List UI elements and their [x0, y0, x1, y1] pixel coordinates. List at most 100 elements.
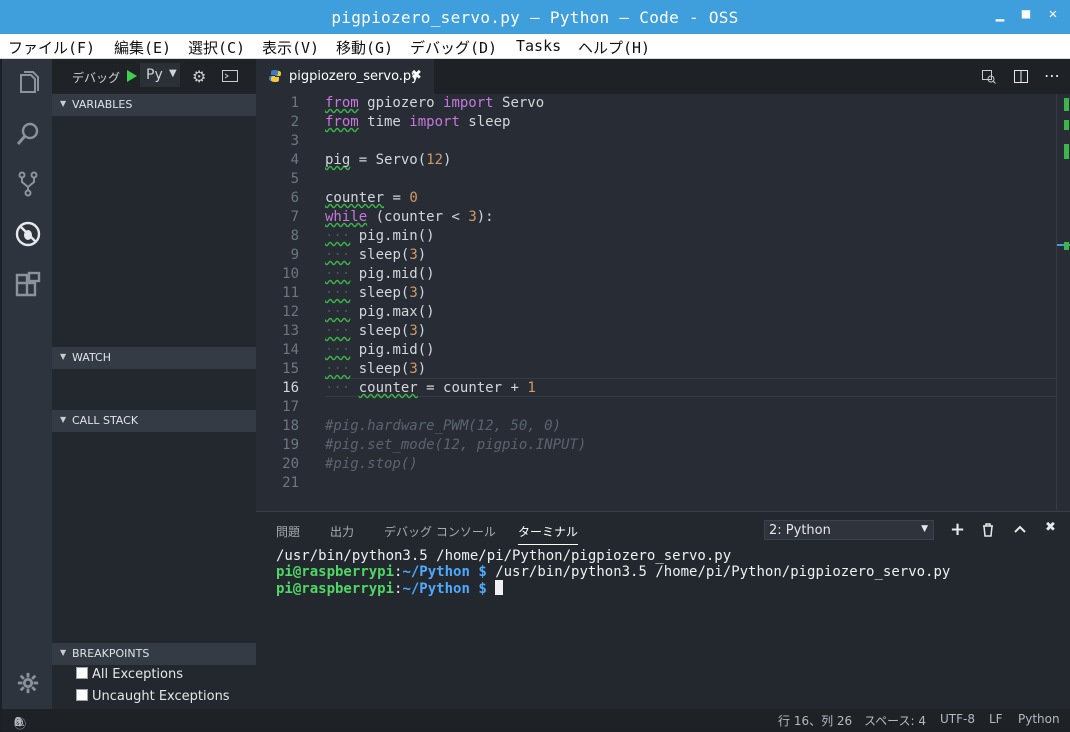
- code-line: pig = Servo(12): [325, 152, 452, 168]
- tab-debug-console[interactable]: デバッグ コンソール: [384, 523, 496, 540]
- menu-bar: ファイル(F) 編集(E) 選択(C) 表示(V) 移動(G) デバッグ(D) …: [0, 34, 1070, 59]
- line-number: 8: [290, 228, 299, 244]
- menu-view[interactable]: 表示(V): [262, 37, 319, 58]
- ruler-marker: [1064, 98, 1069, 111]
- expanded-triangle-icon: ▼: [60, 352, 67, 361]
- code-line: ··· sleep(3): [325, 323, 427, 339]
- debug-sidebar: デバッグ Py ▼ ⚙ ▼ VARIABLES ▼ WATCH ▼ CALL STAC…: [52, 59, 256, 709]
- code-line: counter = 0: [325, 190, 418, 206]
- terminal-select[interactable]: 2: Python ▼: [764, 520, 934, 540]
- extensions-icon[interactable]: [15, 271, 41, 297]
- open-changes-icon[interactable]: [982, 70, 996, 84]
- expanded-triangle-icon: ▼: [60, 415, 67, 424]
- line-number: 3: [290, 133, 299, 149]
- line-number: 20: [282, 456, 299, 472]
- overview-ruler[interactable]: [1056, 94, 1070, 511]
- breakpoint-checkbox[interactable]: [76, 689, 88, 701]
- search-icon[interactable]: [15, 121, 41, 147]
- close-panel-icon[interactable]: ✖: [1045, 520, 1056, 535]
- menu-go[interactable]: 移動(G): [336, 37, 393, 58]
- maximize-panel-icon[interactable]: [1014, 525, 1026, 533]
- editor-tab-bar: pigpiozero_servo.py ✖ ⋯: [256, 59, 1070, 94]
- menu-file[interactable]: ファイル(F): [8, 37, 95, 58]
- more-actions-icon[interactable]: ⋯: [1044, 66, 1060, 85]
- tab-close-icon[interactable]: ✖: [411, 68, 422, 83]
- maximize-icon[interactable]: ■: [1016, 6, 1036, 22]
- code-line: ··· pig.mid(): [325, 266, 435, 282]
- tab-problems[interactable]: 問題: [276, 523, 300, 540]
- split-editor-icon[interactable]: [1014, 70, 1028, 83]
- tab-pigpiozero-servo[interactable]: pigpiozero_servo.py ✖: [256, 59, 434, 94]
- start-debug-icon[interactable]: [126, 69, 138, 83]
- code-line: from gpiozero import Servo: [325, 95, 545, 111]
- breakpoints-label: BREAKPOINTS: [72, 647, 150, 660]
- line-number: 7: [290, 209, 299, 225]
- code-comment-line: #pig.stop(): [325, 456, 418, 472]
- ruler-marker: [1064, 120, 1069, 130]
- language-mode[interactable]: Python: [1018, 712, 1060, 726]
- debug-config-select[interactable]: Py ▼: [140, 63, 180, 87]
- minimize-icon[interactable]: ▁: [990, 6, 1010, 22]
- cursor-position[interactable]: 行 16、列 26: [778, 712, 852, 729]
- debug-config-value: Py: [146, 67, 163, 83]
- menu-debug[interactable]: デバッグ(D): [410, 37, 497, 58]
- code-line: ··· sleep(3): [325, 247, 427, 263]
- code-line: ··· pig.min(): [325, 228, 435, 244]
- line-number: 15: [282, 361, 299, 377]
- debug-console-icon[interactable]: [222, 70, 238, 82]
- explorer-icon[interactable]: [15, 71, 41, 97]
- line-number: 11: [282, 285, 299, 301]
- activity-bar: [2, 59, 52, 709]
- code-line: ··· sleep(3): [325, 361, 427, 377]
- breakpoint-item[interactable]: All Exceptions: [76, 667, 183, 682]
- terminal-select-value: 2: Python: [769, 523, 831, 538]
- title-bar: pigpiozero_servo.py — Python — Code - OS…: [0, 0, 1070, 34]
- source-control-icon[interactable]: [15, 171, 41, 197]
- debug-icon[interactable]: [15, 221, 41, 247]
- chevron-down-icon: ▼: [169, 68, 177, 79]
- debug-settings-gear-icon[interactable]: ⚙: [192, 67, 206, 86]
- kill-terminal-icon[interactable]: [982, 523, 994, 537]
- watch-section-header[interactable]: ▼ WATCH: [52, 347, 256, 369]
- breakpoints-section-header[interactable]: ▼ BREAKPOINTS: [52, 643, 256, 665]
- line-number: 18: [282, 418, 299, 434]
- python-file-icon: [269, 70, 281, 82]
- breakpoint-checkbox[interactable]: [76, 667, 88, 679]
- status-bar: ⊗ 0 ⚠ 0 ⓘ 6 行 16、列 26 スペース: 4 UTF-8 LF P…: [2, 709, 1070, 731]
- terminal-line: pi@raspberrypi:~/Python $ /usr/bin/pytho…: [276, 564, 951, 580]
- menu-selection[interactable]: 選択(C): [188, 37, 245, 58]
- chevron-down-icon: ▼: [921, 524, 928, 534]
- window-title: pigpiozero_servo.py — Python — Code - OS…: [331, 8, 739, 27]
- menu-edit[interactable]: 編集(E): [114, 37, 171, 58]
- line-number: 12: [282, 304, 299, 320]
- debug-label: デバッグ: [72, 71, 121, 85]
- menu-help[interactable]: ヘルプ(H): [578, 37, 650, 58]
- menu-tasks[interactable]: Tasks: [516, 37, 561, 55]
- breakpoint-label: All Exceptions: [92, 667, 183, 682]
- line-number: 2: [290, 114, 299, 130]
- terminal-line[interactable]: pi@raspberrypi:~/Python $: [276, 580, 504, 597]
- variables-section-header[interactable]: ▼ VARIABLES: [52, 94, 256, 116]
- terminal-cursor: [495, 580, 504, 595]
- line-number: 19: [282, 437, 299, 453]
- code-line: ··· counter = counter + 1: [325, 380, 536, 396]
- encoding[interactable]: UTF-8: [940, 712, 975, 726]
- close-icon[interactable]: ✕: [1043, 6, 1063, 22]
- code-editor[interactable]: 1 2 3 4 5 6 7 8 9 10 11 12 13 14 15 16 17 18 19 20 21 from g…: [256, 94, 1070, 511]
- line-number: 6: [290, 190, 299, 206]
- tab-terminal[interactable]: ターミナル: [518, 523, 579, 545]
- line-number: 13: [282, 323, 299, 339]
- expanded-triangle-icon: ▼: [60, 99, 67, 108]
- new-terminal-icon[interactable]: +: [950, 519, 965, 540]
- settings-gear-icon[interactable]: [17, 672, 39, 694]
- line-number: 21: [282, 475, 299, 491]
- callstack-section-header[interactable]: ▼ CALL STACK: [52, 410, 256, 432]
- indentation[interactable]: スペース: 4: [864, 712, 926, 729]
- line-number: 10: [282, 266, 299, 282]
- tab-output[interactable]: 出力: [330, 523, 354, 540]
- callstack-label: CALL STACK: [72, 414, 139, 427]
- terminal-line: /usr/bin/python3.5 /home/pi/Python/pigpi…: [276, 548, 732, 564]
- breakpoint-item[interactable]: Uncaught Exceptions: [76, 689, 230, 704]
- end-of-line[interactable]: LF: [989, 712, 1003, 726]
- line-number: 16: [282, 380, 299, 396]
